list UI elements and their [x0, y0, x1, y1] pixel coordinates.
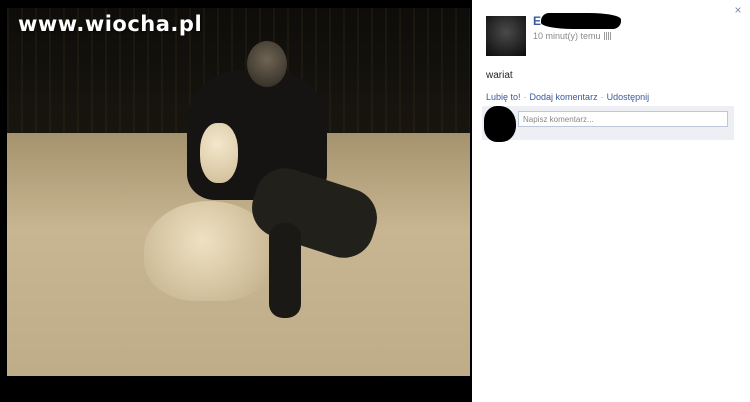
author-name[interactable]: E	[533, 14, 541, 28]
post-caption: wariat	[486, 70, 513, 81]
post-actions: Lubię to! · Dodaj komentarz · Udostępnij	[486, 92, 649, 102]
person-shin	[269, 223, 301, 318]
post-timestamp: 10 minut(y) temu	[533, 31, 612, 41]
watermark: www.wiocha.pl	[18, 12, 203, 36]
close-button[interactable]: ×	[732, 4, 744, 16]
separator-dot: ·	[523, 92, 527, 102]
details-panel: × E 10 minut(y) temu wariat Lubię to! · Do…	[472, 0, 750, 402]
audience-icon[interactable]	[603, 32, 612, 40]
photo-pane: www.wiocha.pl	[0, 0, 472, 402]
separator-dot: ·	[600, 92, 604, 102]
snowman-head	[200, 123, 238, 183]
commenter-avatar	[484, 106, 516, 142]
comment-box: Napisz komentarz...	[482, 106, 734, 142]
comment-input[interactable]: Napisz komentarz...	[518, 111, 728, 127]
person-head	[247, 41, 287, 87]
redaction-scribble	[541, 13, 621, 29]
like-link[interactable]: Lubię to!	[486, 92, 521, 102]
photo-viewer: www.wiocha.pl × E 10 minut(y) temu waria…	[0, 0, 750, 402]
author-avatar[interactable]	[486, 16, 526, 56]
comment-link[interactable]: Dodaj komentarz	[530, 92, 598, 102]
timestamp-text[interactable]: 10 minut(y) temu	[533, 31, 601, 41]
share-link[interactable]: Udostępnij	[607, 92, 650, 102]
photo[interactable]	[7, 8, 470, 376]
